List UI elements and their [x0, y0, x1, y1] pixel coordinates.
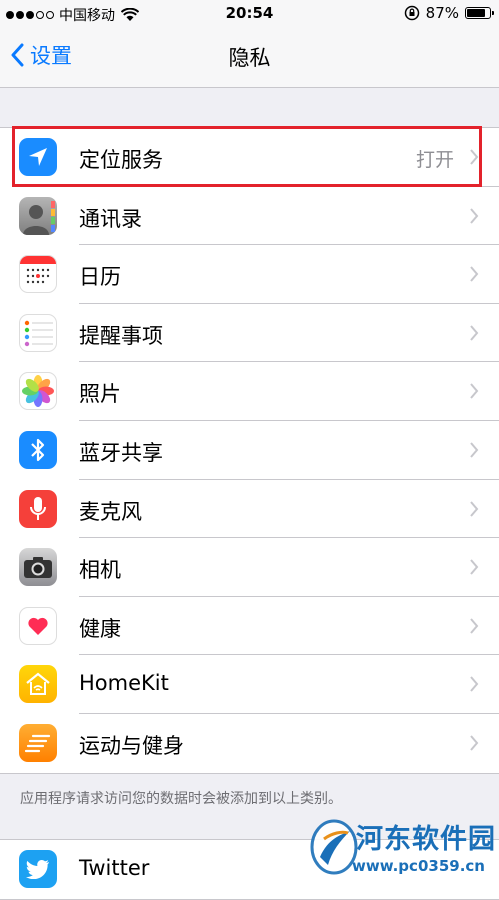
- privacy-list: 定位服务 打开 通讯录 日历 提醒事项 照片 蓝牙共享 麦克风 相机 健康 Ho…: [0, 127, 499, 774]
- list-item-label: 运动与健身: [79, 733, 184, 758]
- battery-icon: [465, 7, 494, 19]
- list-item-calendar[interactable]: 日历: [0, 245, 499, 304]
- top-bar: 中国移动 20:54 87% 设置 隐私: [0, 0, 499, 88]
- list-item-label: 相机: [79, 558, 121, 583]
- list-item-location-services[interactable]: 定位服务 打开: [0, 128, 499, 187]
- contacts-icon: [19, 196, 57, 235]
- list-item-label: 提醒事项: [79, 323, 163, 348]
- motion-icon: [19, 723, 57, 762]
- list-item-photos[interactable]: 照片: [0, 362, 499, 421]
- bluetooth-icon: [19, 430, 57, 469]
- list-item-camera[interactable]: 相机: [0, 538, 499, 597]
- list-item-label: 日历: [79, 265, 121, 290]
- list-item-bluetooth-sharing[interactable]: 蓝牙共享: [0, 421, 499, 480]
- chevron-right-icon: [470, 207, 479, 224]
- location-icon: [19, 138, 57, 176]
- chevron-right-icon: [470, 735, 479, 751]
- list-item-microphone[interactable]: 麦克风: [0, 480, 499, 539]
- list-item-homekit[interactable]: HomeKit: [0, 655, 499, 714]
- list-item-health[interactable]: 健康: [0, 597, 499, 656]
- battery-percent: 87%: [425, 4, 459, 22]
- chevron-right-icon: [470, 676, 479, 692]
- list-item-label: 照片: [79, 382, 121, 407]
- list-item-label: 健康: [79, 616, 121, 641]
- list-item-label: 通讯录: [79, 206, 142, 231]
- health-icon: [19, 606, 57, 645]
- list-item-label: Twitter: [79, 856, 150, 880]
- page-title: 隐私: [228, 46, 271, 70]
- list-item-value: 打开: [415, 149, 454, 171]
- twitter-icon: [19, 850, 57, 888]
- list-item-contacts[interactable]: 通讯录: [0, 187, 499, 246]
- chevron-right-icon: [470, 383, 479, 400]
- calendar-icon: [19, 255, 57, 294]
- chevron-right-icon: [470, 618, 479, 634]
- list-item-label: HomeKit: [79, 671, 169, 696]
- rotation-lock-icon: [404, 5, 419, 21]
- reminders-icon: [19, 313, 57, 352]
- chevron-right-icon: [470, 559, 479, 575]
- status-bar: 中国移动 20:54 87%: [0, 0, 499, 28]
- list-item-motion-fitness[interactable]: 运动与健身: [0, 714, 499, 773]
- list-item-label: 定位服务: [79, 148, 163, 172]
- list-item-reminders[interactable]: 提醒事项: [0, 304, 499, 363]
- chevron-right-icon: [470, 325, 479, 341]
- list-item-label: 蓝牙共享: [79, 440, 163, 465]
- homekit-icon: [19, 665, 57, 704]
- photos-icon: [19, 372, 57, 411]
- watermark-logo-icon: [310, 819, 358, 875]
- chevron-right-icon: [470, 500, 479, 517]
- watermark: 河东软件园 www.pc0359.cn: [300, 815, 499, 888]
- watermark-title: 河东软件园: [356, 824, 496, 855]
- chevron-right-icon: [470, 149, 479, 165]
- section-footnote: 应用程序请求访问您的数据时会被添加到以上类别。: [20, 791, 342, 807]
- chevron-right-icon: [470, 266, 479, 282]
- watermark-url: www.pc0359.cn: [352, 857, 485, 875]
- chevron-right-icon: [470, 442, 479, 458]
- microphone-icon: [19, 489, 57, 528]
- camera-icon: [19, 548, 57, 587]
- list-item-label: 麦克风: [79, 499, 142, 524]
- navigation-bar: 设置 隐私: [0, 28, 499, 87]
